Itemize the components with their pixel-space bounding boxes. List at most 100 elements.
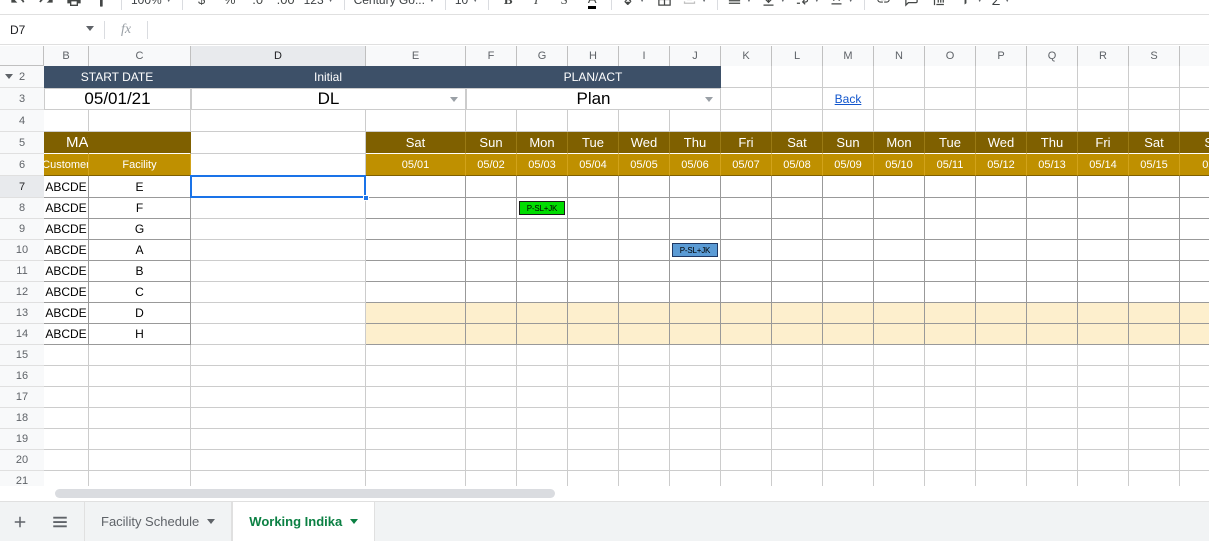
- grid-cell[interactable]: [772, 366, 823, 387]
- grid-cell[interactable]: [976, 366, 1027, 387]
- grid-cell[interactable]: [191, 176, 366, 198]
- grid-cell[interactable]: [1180, 88, 1209, 110]
- schedule-cell[interactable]: [772, 282, 823, 303]
- grid-cell[interactable]: [517, 110, 568, 132]
- schedule-cell[interactable]: [925, 198, 976, 219]
- grid-cell[interactable]: [191, 324, 366, 345]
- schedule-cell[interactable]: [517, 282, 568, 303]
- schedule-cell[interactable]: [976, 282, 1027, 303]
- column-header-h[interactable]: H: [568, 46, 619, 66]
- schedule-cell[interactable]: [568, 261, 619, 282]
- row-header-3[interactable]: 3: [0, 88, 44, 110]
- grid-cell[interactable]: [89, 345, 191, 366]
- grid-cell[interactable]: [89, 471, 191, 486]
- customer-cell[interactable]: ABCDE: [44, 198, 89, 219]
- schedule-cell[interactable]: [721, 303, 772, 324]
- grid-cell[interactable]: [670, 450, 721, 471]
- grid-cell[interactable]: [517, 471, 568, 486]
- sheet-tab-facility-schedule[interactable]: Facility Schedule: [84, 502, 233, 541]
- grid-cell[interactable]: [976, 110, 1027, 132]
- grid-cell[interactable]: [1078, 88, 1129, 110]
- schedule-cell[interactable]: [976, 219, 1027, 240]
- plan-act-dropdown[interactable]: Plan: [466, 88, 721, 110]
- grid-cell[interactable]: [466, 387, 517, 408]
- grid-cell[interactable]: [721, 110, 772, 132]
- grid-cell[interactable]: [191, 408, 366, 429]
- grid-cell[interactable]: [1129, 110, 1180, 132]
- column-header-n[interactable]: N: [874, 46, 925, 66]
- font-size-control[interactable]: 10 ▼: [451, 0, 483, 13]
- chevron-down-icon[interactable]: [450, 97, 458, 102]
- schedule-cell[interactable]: [366, 240, 466, 261]
- fill-handle[interactable]: [363, 195, 369, 201]
- schedule-cell[interactable]: [466, 240, 517, 261]
- grid-cell[interactable]: [44, 110, 89, 132]
- schedule-cell[interactable]: [1180, 324, 1209, 345]
- column-header-r[interactable]: R: [1078, 46, 1129, 66]
- schedule-cell[interactable]: [721, 176, 772, 198]
- grid-cell[interactable]: [191, 240, 366, 261]
- facility-cell[interactable]: E: [89, 176, 191, 198]
- grid-cell[interactable]: [191, 132, 366, 154]
- column-header-j[interactable]: J: [670, 46, 721, 66]
- schedule-cell[interactable]: [1027, 240, 1078, 261]
- grid-cell[interactable]: [925, 110, 976, 132]
- grid-cell[interactable]: [568, 429, 619, 450]
- schedule-cell[interactable]: [1027, 282, 1078, 303]
- schedule-cell[interactable]: [976, 198, 1027, 219]
- schedule-cell[interactable]: [823, 176, 874, 198]
- grid-cell[interactable]: [1027, 66, 1078, 88]
- grid-cell[interactable]: [976, 387, 1027, 408]
- grid-cell[interactable]: [619, 366, 670, 387]
- row-header-2[interactable]: 2: [0, 66, 44, 88]
- column-header-g[interactable]: G: [517, 46, 568, 66]
- grid-cell[interactable]: [925, 429, 976, 450]
- schedule-cell[interactable]: [772, 198, 823, 219]
- grid-cell[interactable]: [517, 408, 568, 429]
- customer-cell[interactable]: ABCDE: [44, 303, 89, 324]
- redo-icon[interactable]: [32, 0, 60, 14]
- schedule-cell[interactable]: [517, 219, 568, 240]
- grid-cell[interactable]: [1180, 66, 1209, 88]
- horizontal-scrollbar[interactable]: [44, 486, 1209, 500]
- schedule-cell[interactable]: [1129, 219, 1180, 240]
- add-sheet-button[interactable]: [0, 502, 40, 541]
- grid-cell[interactable]: [670, 366, 721, 387]
- grid-cell[interactable]: [517, 345, 568, 366]
- schedule-cell[interactable]: [466, 261, 517, 282]
- grid-cell[interactable]: [1129, 429, 1180, 450]
- grid-cell[interactable]: [1129, 88, 1180, 110]
- facility-cell[interactable]: C: [89, 282, 191, 303]
- grid-cell[interactable]: [874, 471, 925, 486]
- grid-cell[interactable]: [191, 471, 366, 486]
- grid-cell[interactable]: [976, 66, 1027, 88]
- schedule-cell[interactable]: [874, 176, 925, 198]
- grid-cell[interactable]: [925, 366, 976, 387]
- grid-cell[interactable]: [1180, 366, 1209, 387]
- initial-dropdown[interactable]: DL: [191, 88, 466, 110]
- text-color-button[interactable]: A: [578, 0, 606, 14]
- grid-cell[interactable]: [1078, 366, 1129, 387]
- grid-cell[interactable]: [823, 345, 874, 366]
- grid-cell[interactable]: [925, 471, 976, 486]
- grid-cell[interactable]: [89, 408, 191, 429]
- grid-cell[interactable]: [721, 387, 772, 408]
- print-icon[interactable]: [60, 0, 88, 14]
- schedule-cell[interactable]: [925, 219, 976, 240]
- schedule-cell[interactable]: [721, 240, 772, 261]
- column-header-l[interactable]: L: [772, 46, 823, 66]
- schedule-cell[interactable]: [874, 198, 925, 219]
- grid-cell[interactable]: [772, 471, 823, 486]
- grid-cell[interactable]: [191, 282, 366, 303]
- grid-cell[interactable]: [874, 387, 925, 408]
- schedule-cell[interactable]: [517, 303, 568, 324]
- schedule-cell[interactable]: [1078, 240, 1129, 261]
- row-header-5[interactable]: 5: [0, 132, 44, 154]
- schedule-cell[interactable]: [466, 324, 517, 345]
- grid-cell[interactable]: [1180, 450, 1209, 471]
- row-header-8[interactable]: 8: [0, 198, 44, 219]
- grid-cell[interactable]: [191, 450, 366, 471]
- insert-link-icon[interactable]: [870, 0, 898, 14]
- schedule-cell[interactable]: [619, 261, 670, 282]
- schedule-cell[interactable]: [925, 240, 976, 261]
